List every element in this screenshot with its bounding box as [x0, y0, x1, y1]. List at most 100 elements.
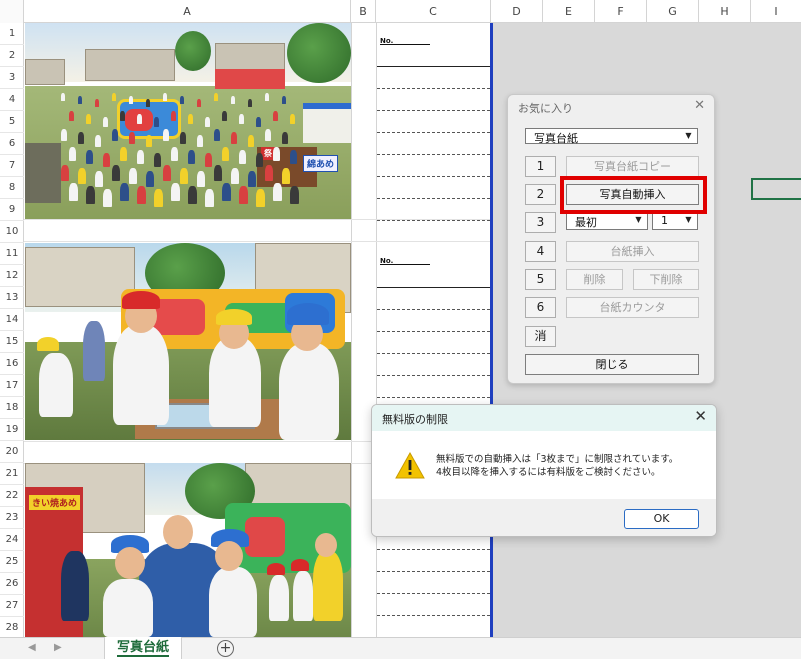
- row-header[interactable]: 14: [0, 309, 24, 331]
- row-header[interactable]: 6: [0, 133, 24, 155]
- crowd-person: [163, 93, 167, 101]
- plus-circle-icon[interactable]: +: [217, 640, 234, 657]
- close-icon[interactable]: ✕: [694, 407, 707, 425]
- row-header[interactable]: 12: [0, 265, 24, 287]
- step-3-button[interactable]: 3: [525, 212, 556, 233]
- column-header-d[interactable]: D: [491, 0, 543, 23]
- photo-2[interactable]: [25, 243, 351, 440]
- limit-dialog-body: 無料版での自動挿入は「3枚まで」に制限されています。 4枚目以降を挿入するには有…: [372, 431, 716, 499]
- row-header[interactable]: 3: [0, 67, 24, 89]
- insert-mount-button[interactable]: 台紙挿入: [566, 241, 699, 262]
- crowd-person: [180, 96, 184, 104]
- insert-position-select[interactable]: 最初 ▼: [566, 212, 648, 230]
- column-header-g[interactable]: G: [647, 0, 699, 23]
- scroll-tabs-left-icon[interactable]: ◀: [28, 642, 36, 653]
- close-dialog-button[interactable]: 閉じる: [525, 354, 699, 375]
- crowd-person: [112, 93, 116, 101]
- row-header[interactable]: 7: [0, 155, 24, 177]
- erase-button[interactable]: 消: [525, 326, 556, 347]
- crowd-person: [61, 129, 67, 141]
- sheet-tab-photo-mount[interactable]: 写真台紙: [104, 637, 182, 659]
- sheet-tab-bar: ◀ ▶ 写真台紙 +: [0, 637, 801, 659]
- row-header[interactable]: 28: [0, 617, 24, 639]
- row-header[interactable]: 25: [0, 551, 24, 573]
- row-header[interactable]: 19: [0, 419, 24, 441]
- crowd-person: [273, 147, 280, 161]
- step-1-button[interactable]: 1: [525, 156, 556, 177]
- step-5-button[interactable]: 5: [525, 269, 556, 290]
- crowd-person: [290, 150, 297, 164]
- column-header-bar: A B C D E F G H I: [0, 0, 801, 23]
- column-header-c[interactable]: C: [376, 0, 491, 23]
- step-2-button[interactable]: 2: [525, 184, 556, 205]
- crowd-person: [256, 189, 265, 207]
- row-header[interactable]: 11: [0, 243, 24, 265]
- crowd-person: [78, 168, 86, 184]
- row-header[interactable]: 10: [0, 221, 24, 243]
- column-header-f[interactable]: F: [595, 0, 647, 23]
- crowd-person: [231, 168, 239, 184]
- photo-3[interactable]: きい焼あめ: [25, 463, 351, 637]
- row-header[interactable]: 24: [0, 529, 24, 551]
- row-header[interactable]: 1: [0, 23, 24, 45]
- crowd-person: [197, 171, 205, 187]
- form-dashed-line: [377, 132, 490, 133]
- column-header-i[interactable]: I: [751, 0, 801, 23]
- step-6-button[interactable]: 6: [525, 297, 556, 318]
- active-cell[interactable]: [751, 178, 801, 200]
- row-header[interactable]: 22: [0, 485, 24, 507]
- row-gridline: [24, 219, 490, 220]
- row-header[interactable]: 21: [0, 463, 24, 485]
- form-line: [377, 287, 490, 288]
- crowd-person: [197, 135, 203, 147]
- row-header[interactable]: 18: [0, 397, 24, 419]
- template-select[interactable]: 写真台紙 ▼: [525, 128, 698, 145]
- scroll-tabs-right-icon[interactable]: ▶: [54, 642, 62, 653]
- number-underline-2: [380, 264, 430, 265]
- row-header[interactable]: 17: [0, 375, 24, 397]
- mount-counter-button[interactable]: 台紙カウンタ: [566, 297, 699, 318]
- crowd-person: [188, 150, 195, 164]
- row-header[interactable]: 8: [0, 177, 24, 199]
- column-header-b[interactable]: B: [351, 0, 376, 23]
- row-header[interactable]: 23: [0, 507, 24, 529]
- number-underline-1: [380, 44, 430, 45]
- crowd-person: [154, 189, 163, 207]
- row-header[interactable]: 16: [0, 353, 24, 375]
- row-header[interactable]: 15: [0, 331, 24, 353]
- crowd-person: [171, 147, 178, 161]
- row-header[interactable]: 26: [0, 573, 24, 595]
- column-divider: [376, 23, 377, 637]
- row-header[interactable]: 27: [0, 595, 24, 617]
- column-header-a[interactable]: A: [24, 0, 351, 23]
- row-gridline: [24, 241, 490, 242]
- row-header[interactable]: 2: [0, 45, 24, 67]
- template-select-value: 写真台紙: [534, 132, 578, 145]
- crowd-person: [222, 147, 229, 161]
- step-4-button[interactable]: 4: [525, 241, 556, 262]
- delete-below-button[interactable]: 下削除: [633, 269, 699, 290]
- crowd-person: [146, 135, 152, 147]
- row-header[interactable]: 13: [0, 287, 24, 309]
- crowd-person: [129, 132, 135, 144]
- row-header[interactable]: 20: [0, 441, 24, 463]
- delete-button[interactable]: 削除: [566, 269, 623, 290]
- close-icon[interactable]: ✕: [694, 98, 705, 113]
- limit-message-line-2: 4枚目以降を挿入するには有料版をご検討ください。: [436, 467, 661, 478]
- ok-button[interactable]: OK: [624, 509, 699, 529]
- crowd-person: [222, 183, 231, 201]
- crowd-person: [231, 96, 235, 104]
- column-header-e[interactable]: E: [543, 0, 595, 23]
- column-divider: [351, 23, 352, 637]
- crowd-person: [112, 129, 118, 141]
- insert-count-select[interactable]: 1 ▼: [652, 212, 698, 230]
- crowd-person: [171, 183, 180, 201]
- copy-mount-button[interactable]: 写真台紙コピー: [566, 156, 699, 177]
- row-header[interactable]: 4: [0, 89, 24, 111]
- row-header[interactable]: 5: [0, 111, 24, 133]
- row-header[interactable]: 9: [0, 199, 24, 221]
- crowd-person: [69, 147, 76, 161]
- select-all-corner[interactable]: [0, 0, 24, 23]
- photo-1[interactable]: 祭 綿あめ: [25, 23, 351, 219]
- column-header-h[interactable]: H: [699, 0, 751, 23]
